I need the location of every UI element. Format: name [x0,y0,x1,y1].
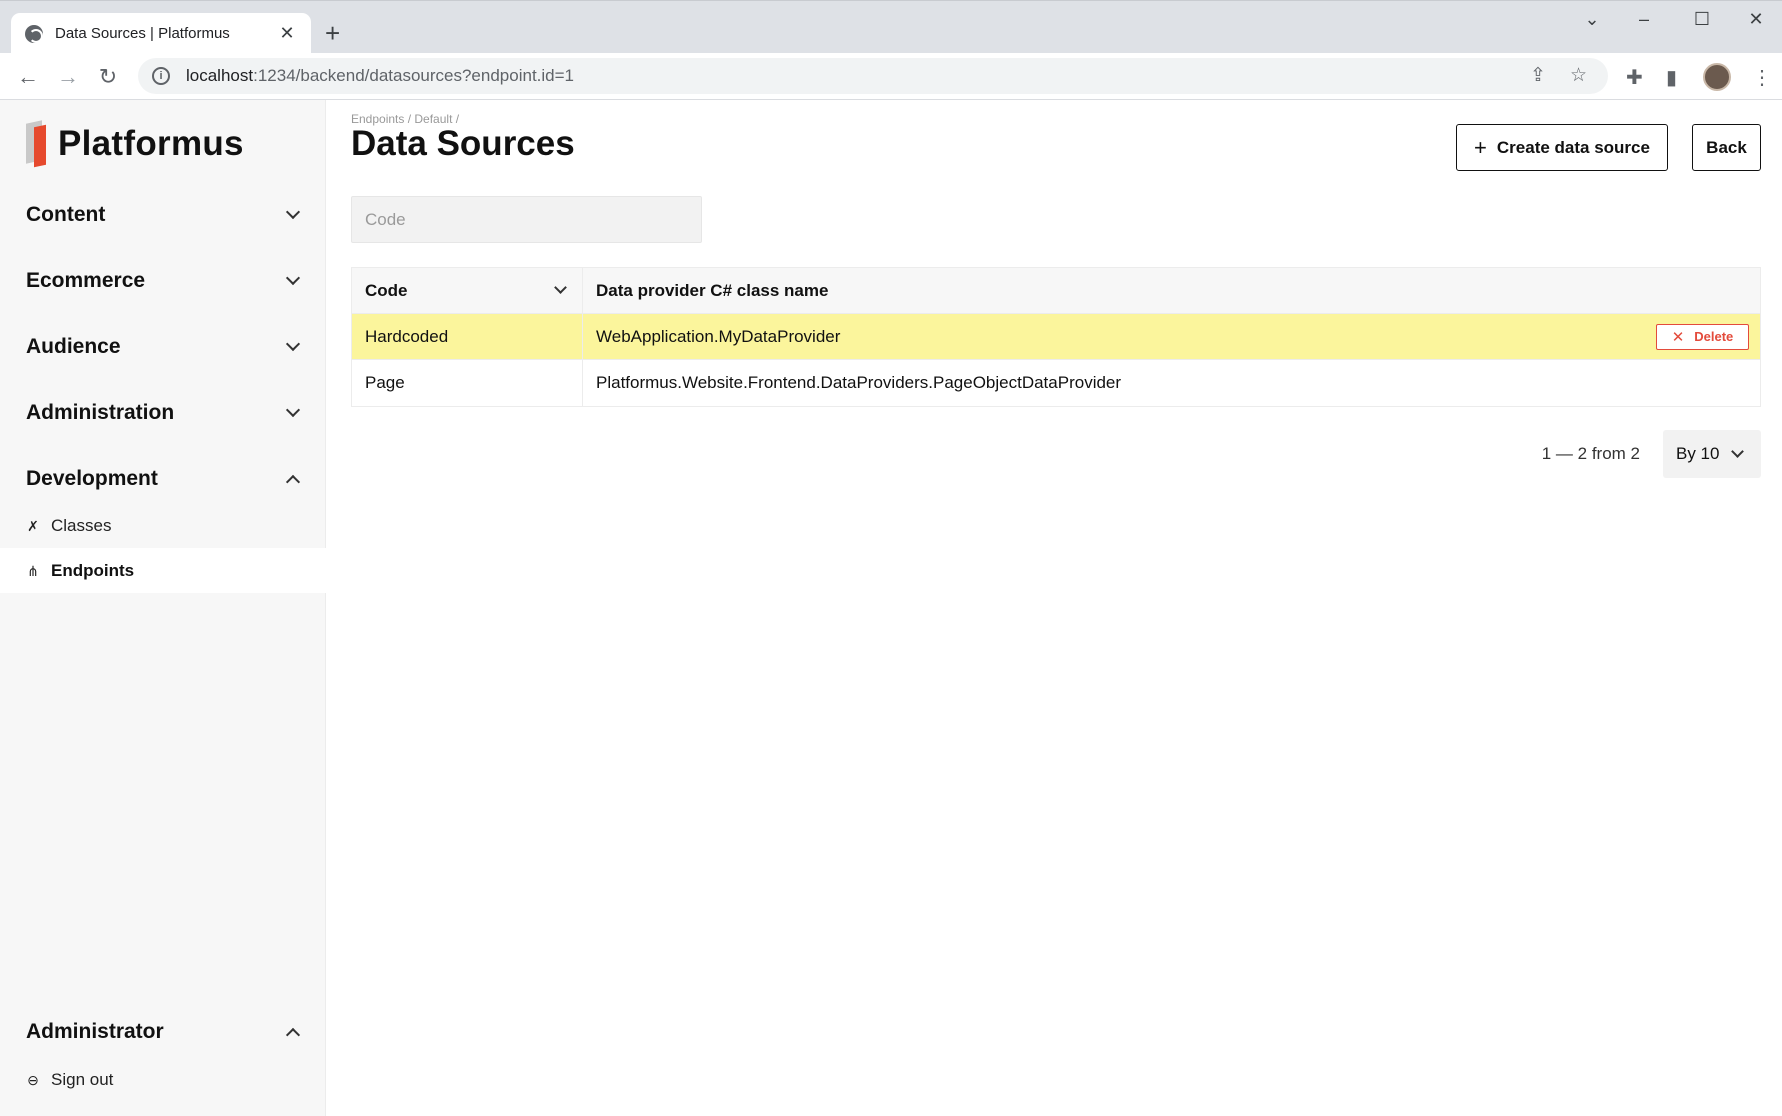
page-title: Data Sources [351,124,575,163]
column-header-class-name: Data provider C# class name [583,268,1760,313]
menu-kebab-icon[interactable]: ⋮ [1752,65,1772,90]
table-row[interactable]: Page Platformus.Website.Frontend.DataPro… [352,360,1760,406]
chevron-down-icon [285,402,301,418]
sign-out-label: Sign out [51,1069,114,1089]
menu-group-label: Development [26,467,158,490]
cell-class-name-text: WebApplication.MyDataProvider [596,326,841,346]
site-info-icon[interactable]: i [152,67,170,85]
browser-tabbar: Data Sources | Platformus ✕ + ⌄ – ☐ ✕ [0,0,1782,54]
table-row[interactable]: Hardcoded WebApplication.MyDataProvider … [352,314,1760,360]
share-icon[interactable]: ⇪ [1530,64,1546,87]
profile-avatar[interactable] [1703,63,1731,91]
menu-group-content[interactable]: Content [26,200,302,230]
data-sources-table: Code Data provider C# class name Hardcod… [351,267,1761,407]
url-host: localhost [186,66,254,85]
chevron-up-icon [285,1027,301,1043]
sidebar-item-label: Classes [51,515,112,535]
menu-group-administrator[interactable]: Administrator [26,1017,302,1047]
close-window-icon[interactable]: ✕ [1736,9,1776,30]
create-data-source-label: Create data source [1496,137,1650,157]
table-header-row: Code Data provider C# class name [352,268,1760,314]
sidebar-item-classes[interactable]: ✗ Classes [0,503,326,548]
menu-group-ecommerce[interactable]: Ecommerce [26,266,302,296]
chevron-down-icon [285,270,301,286]
code-filter-input[interactable] [351,196,702,243]
page-size-select[interactable]: By 10 [1663,430,1761,478]
menu-group-label: Administrator [26,1020,164,1043]
new-tab-button[interactable]: + [325,19,340,47]
back-button[interactable]: Back [1692,124,1761,171]
pagination-info: 1 — 2 from 2 [1541,444,1640,463]
back-arrow-icon[interactable]: ← [13,62,43,92]
minimize-icon[interactable]: – [1624,9,1664,30]
extensions-icon[interactable]: ✚ [1626,65,1643,90]
address-bar[interactable]: i localhost:1234/backend/datasources?end… [138,58,1608,94]
cell-code-text: Hardcoded [365,326,449,346]
maximize-icon[interactable]: ☐ [1682,9,1722,30]
bookmark-star-icon[interactable]: ☆ [1570,64,1587,87]
chevron-up-icon [285,474,301,490]
cell-code: Hardcoded [352,314,583,359]
cell-code: Page [352,360,583,406]
cell-class-name: Platformus.Website.Frontend.DataProvider… [583,360,1760,406]
tab-title: Data Sources | Platformus [55,25,230,42]
classes-icon: ✗ [27,517,39,534]
menu-group-label: Administration [26,401,175,424]
side-panel-icon[interactable]: ▮ [1666,65,1677,90]
menu-group-development[interactable]: Development [26,464,302,494]
tab-search-icon[interactable]: ⌄ [1572,9,1612,30]
logo-text: Platformus [58,124,244,163]
cell-code-text: Page [365,373,405,392]
sidebar: Platformus Content Ecommerce Audience Ad… [0,100,326,1116]
logo[interactable]: Platformus [26,120,244,168]
cell-class-name: WebApplication.MyDataProvider ✕ Delete [583,314,1760,359]
sign-out-icon: ⊖ [27,1071,39,1088]
plus-icon: + [1474,134,1487,160]
sort-chevron-down-icon [554,281,567,294]
forward-arrow-icon[interactable]: → [53,62,83,92]
column-header-label: Data provider C# class name [596,280,829,300]
column-header-label: Code [365,280,408,300]
browser-tab[interactable]: Data Sources | Platformus ✕ [11,13,311,54]
browser-toolbar: ← → ↻ i localhost:1234/backend/datasourc… [0,53,1782,100]
delete-button[interactable]: ✕ Delete [1656,323,1749,350]
menu-group-label: Audience [26,335,121,358]
sign-out-link[interactable]: ⊖ Sign out [0,1057,326,1102]
sidebar-item-endpoints[interactable]: ⋔ Endpoints [0,548,326,593]
url-path: :1234/backend/datasources?endpoint.id=1 [253,66,575,85]
close-icon: ✕ [1671,328,1685,346]
chevron-down-icon [285,204,301,220]
logo-mark-icon [26,120,48,168]
column-header-code[interactable]: Code [352,268,583,313]
chevron-down-icon [1731,444,1745,458]
menu-group-audience[interactable]: Audience [26,332,302,362]
cell-class-name-text: Platformus.Website.Frontend.DataProvider… [596,373,1122,392]
menu-group-administration[interactable]: Administration [26,398,302,428]
reload-icon[interactable]: ↻ [93,62,123,92]
sidebar-item-label: Endpoints [51,560,135,580]
delete-label: Delete [1694,329,1734,344]
page-size-value: By 10 [1676,444,1720,463]
chevron-down-icon [285,336,301,352]
close-tab-icon[interactable]: ✕ [277,23,297,44]
menu-group-label: Content [26,203,106,226]
endpoints-icon: ⋔ [27,562,39,579]
create-data-source-button[interactable]: + Create data source [1456,124,1668,171]
globe-icon [25,24,43,43]
menu-group-label: Ecommerce [26,269,146,292]
